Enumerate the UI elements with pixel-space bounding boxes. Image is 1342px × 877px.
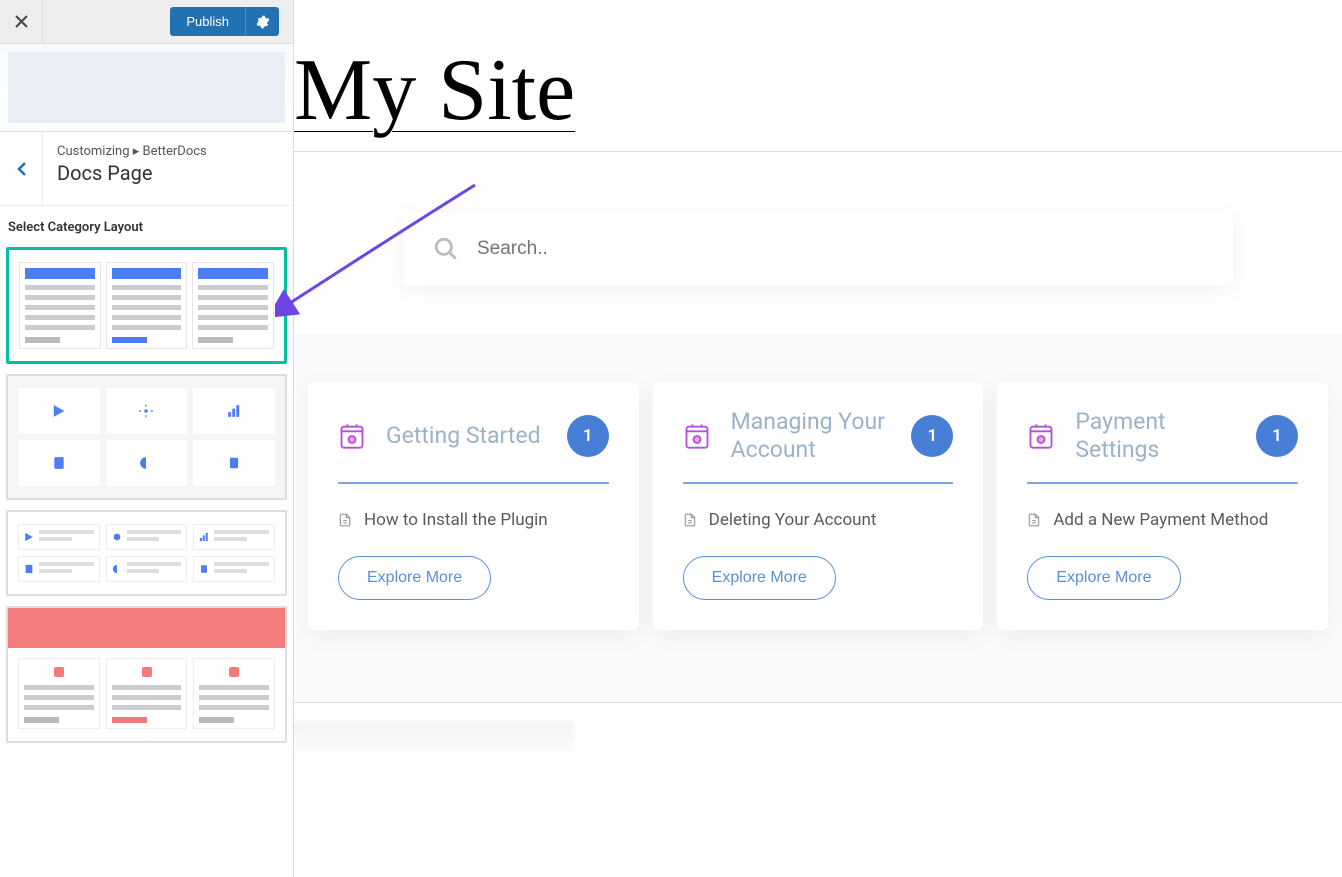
gear-icon bbox=[256, 15, 270, 29]
customizer-sidebar: Publish Customizing ▸ BetterDocs Docs Pa… bbox=[0, 0, 294, 877]
explore-more-button[interactable]: Explore More bbox=[338, 556, 491, 600]
search-icon bbox=[433, 236, 459, 262]
category-card: Managing Your Account 1 Deleting Your Ac… bbox=[653, 382, 984, 630]
layout-option-4[interactable] bbox=[6, 606, 287, 743]
card-divider bbox=[338, 482, 609, 484]
file-icon bbox=[1027, 512, 1041, 528]
preview-pane: My Site Getting Started 1 How to Install… bbox=[294, 0, 1342, 877]
article-link[interactable]: Add a New Payment Method bbox=[1027, 510, 1298, 530]
layout-options: Select Category Layout bbox=[0, 206, 293, 877]
article-title: Add a New Payment Method bbox=[1053, 510, 1268, 530]
search-input[interactable] bbox=[477, 238, 1203, 260]
search-box[interactable] bbox=[403, 212, 1233, 286]
breadcrumb-row: Customizing ▸ BetterDocs Docs Page bbox=[0, 132, 293, 206]
site-title[interactable]: My Site bbox=[294, 0, 1342, 151]
publish-settings-button[interactable] bbox=[245, 7, 279, 36]
breadcrumb: Customizing ▸ BetterDocs Docs Page bbox=[43, 132, 293, 205]
article-link[interactable]: How to Install the Plugin bbox=[338, 510, 609, 530]
category-cards: Getting Started 1 How to Install the Plu… bbox=[294, 334, 1342, 702]
category-title: Getting Started bbox=[386, 422, 547, 450]
count-badge: 1 bbox=[1256, 415, 1298, 457]
back-button[interactable] bbox=[0, 132, 43, 205]
layout-option-3[interactable] bbox=[6, 510, 287, 596]
section-label: Select Category Layout bbox=[6, 220, 287, 247]
count-badge: 1 bbox=[567, 415, 609, 457]
layout-option-2[interactable] bbox=[6, 374, 287, 500]
category-card: Payment Settings 1 Add a New Payment Met… bbox=[997, 382, 1328, 630]
breadcrumb-title: Docs Page bbox=[57, 161, 279, 185]
search-area bbox=[294, 152, 1342, 334]
breadcrumb-path: Customizing ▸ BetterDocs bbox=[57, 144, 279, 159]
card-divider bbox=[1027, 482, 1298, 484]
count-badge: 1 bbox=[911, 415, 953, 457]
explore-more-button[interactable]: Explore More bbox=[1027, 556, 1180, 600]
publish-button[interactable]: Publish bbox=[170, 7, 245, 36]
close-icon bbox=[15, 15, 28, 28]
layout-option-1[interactable] bbox=[6, 247, 287, 364]
article-title: Deleting Your Account bbox=[709, 510, 877, 530]
category-icon bbox=[338, 422, 366, 450]
article-link[interactable]: Deleting Your Account bbox=[683, 510, 954, 530]
article-title: How to Install the Plugin bbox=[364, 510, 548, 530]
publish-group: Publish bbox=[170, 7, 279, 36]
card-divider bbox=[683, 482, 954, 484]
file-icon bbox=[338, 512, 352, 528]
footer-placeholder bbox=[294, 721, 574, 761]
customizer-header: Publish bbox=[0, 0, 293, 44]
divider bbox=[294, 702, 1342, 703]
close-button[interactable] bbox=[0, 0, 43, 44]
category-icon bbox=[683, 422, 711, 450]
site-identity-preview bbox=[0, 44, 293, 132]
category-title: Payment Settings bbox=[1075, 408, 1236, 463]
category-card: Getting Started 1 How to Install the Plu… bbox=[308, 382, 639, 630]
explore-more-button[interactable]: Explore More bbox=[683, 556, 836, 600]
category-title: Managing Your Account bbox=[731, 408, 892, 463]
category-icon bbox=[1027, 422, 1055, 450]
file-icon bbox=[683, 512, 697, 528]
chevron-left-icon bbox=[16, 161, 27, 177]
